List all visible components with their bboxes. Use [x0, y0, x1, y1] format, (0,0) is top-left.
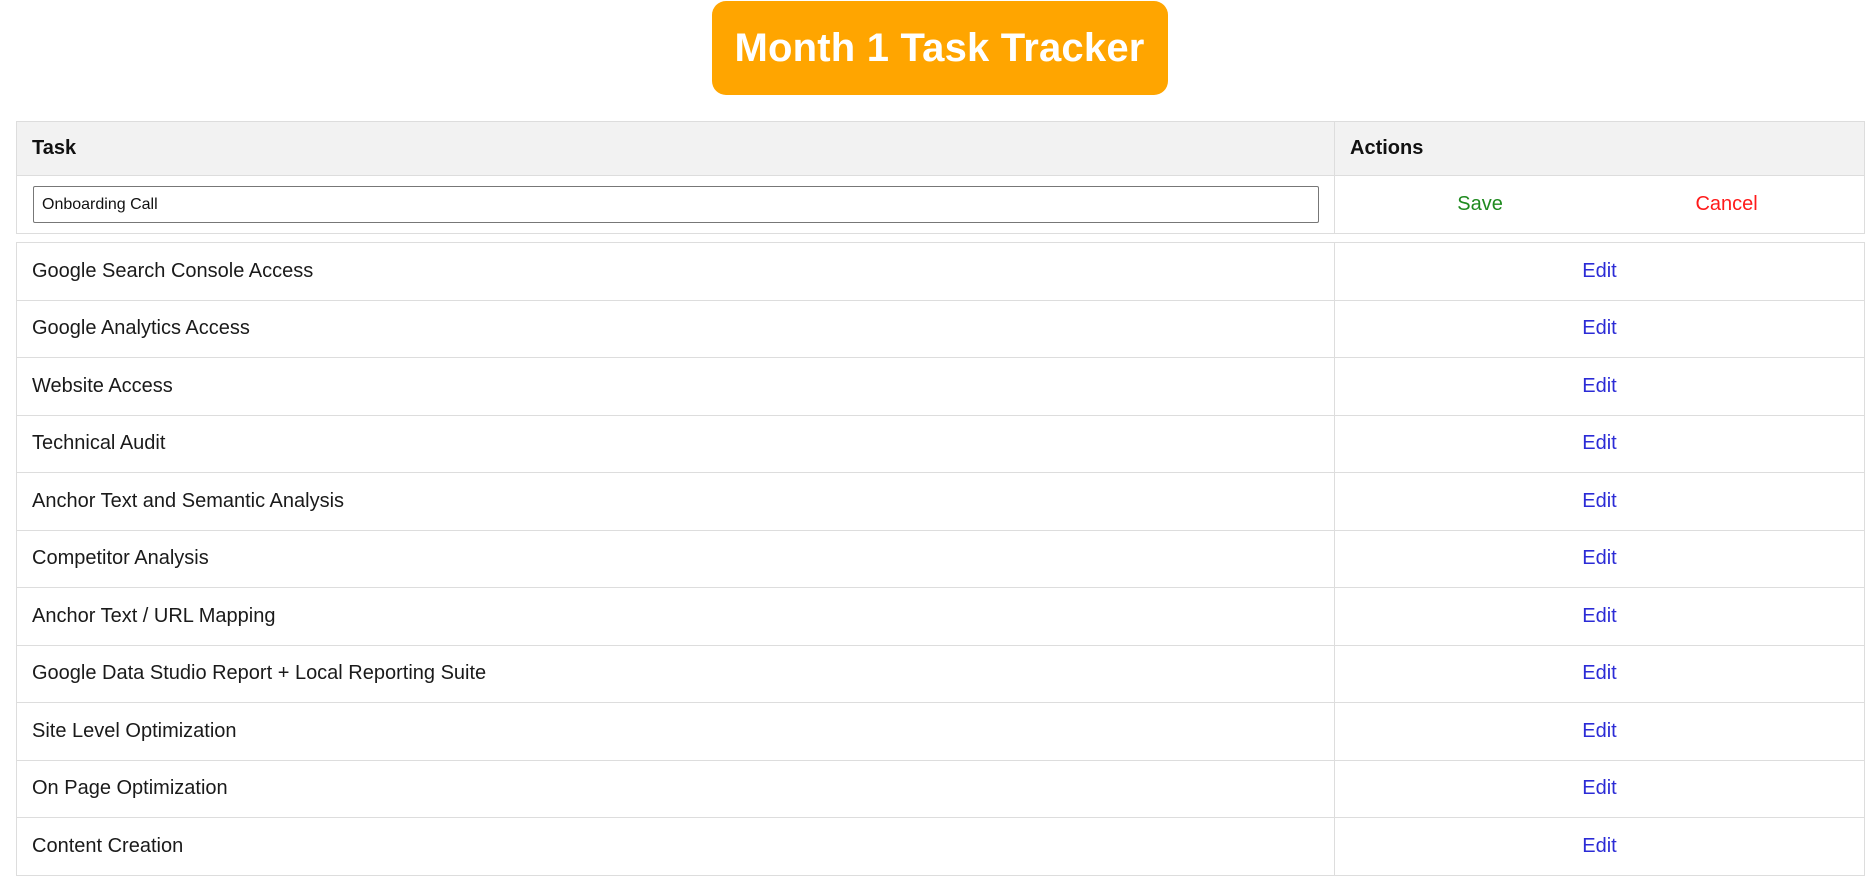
- task-actions-cell: Edit: [1334, 644, 1865, 703]
- task-name-input[interactable]: [33, 186, 1319, 223]
- page-title: Month 1 Task Tracker: [734, 25, 1145, 70]
- edit-actions-cell: Save Cancel: [1334, 175, 1865, 234]
- spacer-cell: [1334, 233, 1865, 243]
- edit-actions: Save Cancel: [1335, 176, 1864, 233]
- edit-button[interactable]: Edit: [1574, 773, 1624, 804]
- table-row: Anchor Text and Semantic Analysis Edit: [16, 472, 1865, 531]
- table-row: Content Creation Edit: [16, 817, 1865, 876]
- edit-button[interactable]: Edit: [1574, 601, 1624, 632]
- spacer-cell: [16, 233, 1335, 243]
- table-row: Site Level Optimization Edit: [16, 702, 1865, 761]
- save-button[interactable]: Save: [1449, 189, 1511, 220]
- title-container: Month 1 Task Tracker: [0, 0, 1873, 96]
- column-header-task: Task: [16, 121, 1335, 176]
- table-header-row: Task Actions: [16, 121, 1865, 176]
- column-header-actions: Actions: [1334, 121, 1865, 176]
- task-actions-cell: Edit: [1334, 817, 1865, 876]
- table-row: Google Analytics Access Edit: [16, 299, 1865, 358]
- task-actions-cell: Edit: [1334, 414, 1865, 473]
- edit-button[interactable]: Edit: [1574, 428, 1624, 459]
- edit-button[interactable]: Edit: [1574, 256, 1624, 287]
- title-badge: Month 1 Task Tracker: [711, 1, 1168, 95]
- cancel-button[interactable]: Cancel: [1687, 189, 1765, 220]
- row-spacer: [16, 233, 1865, 243]
- task-edit-cell: [16, 175, 1335, 234]
- task-name: On Page Optimization: [16, 759, 1335, 818]
- task-name: Competitor Analysis: [16, 529, 1335, 588]
- task-name: Technical Audit: [16, 414, 1335, 473]
- task-actions-cell: Edit: [1334, 357, 1865, 416]
- task-table: Task Actions Save Cancel Google Search C…: [16, 121, 1865, 876]
- edit-button[interactable]: Edit: [1574, 486, 1624, 517]
- edit-button[interactable]: Edit: [1574, 543, 1624, 574]
- table-row: Competitor Analysis Edit: [16, 529, 1865, 588]
- task-name: Website Access: [16, 357, 1335, 416]
- task-name: Anchor Text / URL Mapping: [16, 587, 1335, 646]
- edit-button[interactable]: Edit: [1574, 716, 1624, 747]
- task-name: Content Creation: [16, 817, 1335, 876]
- task-name: Google Analytics Access: [16, 299, 1335, 358]
- table-row: Google Data Studio Report + Local Report…: [16, 644, 1865, 703]
- task-name: Google Search Console Access: [16, 242, 1335, 301]
- table-row: Anchor Text / URL Mapping Edit: [16, 587, 1865, 646]
- task-name: Google Data Studio Report + Local Report…: [16, 644, 1335, 703]
- task-actions-cell: Edit: [1334, 299, 1865, 358]
- edit-button[interactable]: Edit: [1574, 831, 1624, 862]
- task-actions-cell: Edit: [1334, 702, 1865, 761]
- task-name: Anchor Text and Semantic Analysis: [16, 472, 1335, 531]
- task-name: Site Level Optimization: [16, 702, 1335, 761]
- table-row: On Page Optimization Edit: [16, 759, 1865, 818]
- editing-row: Save Cancel: [16, 175, 1865, 234]
- table-row: Google Search Console Access Edit: [16, 242, 1865, 301]
- task-actions-cell: Edit: [1334, 529, 1865, 588]
- task-actions-cell: Edit: [1334, 472, 1865, 531]
- table-row: Website Access Edit: [16, 357, 1865, 416]
- task-actions-cell: Edit: [1334, 587, 1865, 646]
- edit-button[interactable]: Edit: [1574, 313, 1624, 344]
- task-actions-cell: Edit: [1334, 242, 1865, 301]
- task-actions-cell: Edit: [1334, 759, 1865, 818]
- edit-button[interactable]: Edit: [1574, 658, 1624, 689]
- edit-button[interactable]: Edit: [1574, 371, 1624, 402]
- table-row: Technical Audit Edit: [16, 414, 1865, 473]
